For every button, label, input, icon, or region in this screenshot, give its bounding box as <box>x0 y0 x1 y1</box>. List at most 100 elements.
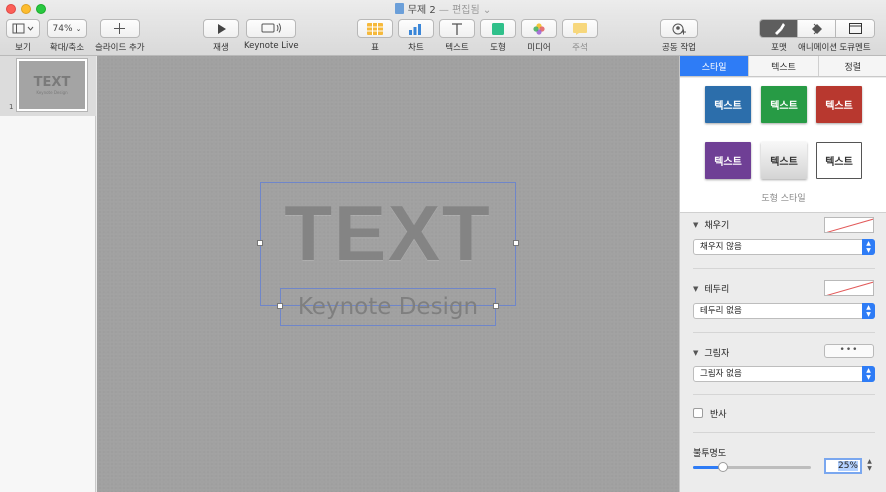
chevron-down-icon[interactable]: ⌄ <box>480 5 491 16</box>
shadow-options-button[interactable]: ••• <box>824 344 874 358</box>
disclosure-triangle-icon: ▼ <box>693 348 699 357</box>
style-swatch-outline[interactable]: 텍스트 <box>816 142 862 179</box>
popup-arrows-icon: ▲ ▼ <box>862 239 875 255</box>
thumbnail-title: TEXT <box>33 74 71 90</box>
opacity-slider[interactable] <box>693 462 811 472</box>
shadow-section-toggle[interactable]: ▼ 그림자 <box>693 346 729 360</box>
divider <box>693 268 875 269</box>
border-type-value: 테두리 없음 <box>700 306 742 316</box>
format-button[interactable] <box>760 20 798 37</box>
zoom-label: 확대/축소 <box>49 43 85 53</box>
table-button[interactable] <box>357 19 393 38</box>
play-button[interactable] <box>203 19 239 38</box>
subtitle-handle-right[interactable] <box>493 303 499 309</box>
swatch-label: 텍스트 <box>714 101 742 112</box>
animate-diamond-icon <box>811 23 822 34</box>
chart-label: 차트 <box>408 43 424 53</box>
play-control[interactable]: 재생 <box>203 19 239 53</box>
opacity-slider-knob[interactable] <box>717 462 728 472</box>
fill-type-select[interactable]: 채우지 않음 ▲ ▼ <box>693 239 875 255</box>
reflection-label: 반사 <box>710 410 727 420</box>
table-label: 표 <box>371 43 379 53</box>
slide-thumbnail-row[interactable]: 1 TEXT Keynote Design <box>0 56 96 116</box>
collaborate-control[interactable]: 공동 작업 <box>660 19 698 53</box>
text-button[interactable] <box>439 19 475 38</box>
add-slide-control[interactable]: 슬라이드 추가 <box>95 19 145 53</box>
tab-style[interactable]: 스타일 <box>680 56 750 76</box>
document-name: 무제 2 <box>407 5 436 16</box>
slide-subtitle[interactable]: Keynote Design <box>281 289 495 325</box>
media-label: 미디어 <box>527 43 551 53</box>
keynote-document-icon <box>394 3 404 14</box>
document-label: 도큐멘트 <box>839 43 871 53</box>
zoom-select[interactable]: 74% ⌄ <box>47 19 87 38</box>
view-control[interactable]: 보기 <box>6 19 40 53</box>
media-button[interactable] <box>521 19 557 38</box>
border-title: 테두리 <box>704 285 730 295</box>
shadow-type-value: 그림자 없음 <box>700 369 742 379</box>
inspector-switcher[interactable] <box>759 19 875 38</box>
divider <box>693 432 875 433</box>
table-control[interactable]: 표 <box>357 19 393 53</box>
keynote-live-control[interactable]: Keynote Live <box>244 19 299 51</box>
reflection-checkbox[interactable] <box>693 408 703 418</box>
collaborate-button[interactable] <box>660 19 698 38</box>
swatch-label: 텍스트 <box>770 157 798 168</box>
subtitle-handle-left[interactable] <box>277 303 283 309</box>
shape-button[interactable] <box>480 19 516 38</box>
slide-thumbnail[interactable]: TEXT Keynote Design <box>17 59 87 111</box>
style-swatch-green[interactable]: 텍스트 <box>761 86 807 123</box>
subtitle-text-box[interactable]: Keynote Design <box>280 288 496 326</box>
border-type-select[interactable]: 테두리 없음 ▲ ▼ <box>693 303 875 319</box>
slide-canvas[interactable]: TEXT Keynote Design <box>97 56 679 492</box>
document-icon <box>848 23 862 34</box>
chevron-down-icon: ⌄ <box>75 24 82 33</box>
disclosure-triangle-icon: ▼ <box>693 284 699 293</box>
opacity-field[interactable]: 25% <box>824 458 862 474</box>
chart-button[interactable] <box>398 19 434 38</box>
swatch-label: 텍스트 <box>825 101 853 112</box>
comment-control[interactable]: 주석 <box>562 19 598 53</box>
text-control[interactable]: 텍스트 <box>439 19 475 53</box>
keynote-live-button[interactable] <box>246 19 297 38</box>
view-button[interactable] <box>6 19 40 38</box>
toolbar: 무제 2 — 편집됨 ⌄ 보기 74% ⌄ 확대/축소 슬라이드 추가 재생 K… <box>0 0 886 56</box>
view-sidebar-icon <box>12 23 34 34</box>
opacity-stepper[interactable]: ▲ ▼ <box>865 458 874 474</box>
comment-button[interactable] <box>562 19 598 38</box>
style-swatch-red[interactable]: 텍스트 <box>816 86 862 123</box>
format-inspector: 스타일 텍스트 정렬 텍스트 텍스트 텍스트 텍스트 텍스트 텍스트 도형 스타… <box>679 56 886 492</box>
style-swatch-light-gray[interactable]: 텍스트 <box>761 142 807 179</box>
shape-control[interactable]: 도형 <box>480 19 516 53</box>
fill-color-well[interactable] <box>824 217 874 233</box>
tab-arrange[interactable]: 정렬 <box>818 56 886 76</box>
style-swatch-blue[interactable]: 텍스트 <box>705 86 751 123</box>
style-swatch-purple[interactable]: 텍스트 <box>705 142 751 179</box>
play-icon <box>217 23 226 34</box>
media-control[interactable]: 미디어 <box>521 19 557 53</box>
slide-title[interactable]: TEXT <box>261 183 515 283</box>
document-button[interactable] <box>836 20 874 37</box>
border-section-toggle[interactable]: ▼ 테두리 <box>693 282 730 296</box>
shadow-type-select[interactable]: 그림자 없음 ▲ ▼ <box>693 366 875 382</box>
edited-status[interactable]: 편집됨 <box>452 5 480 16</box>
zoom-control[interactable]: 74% ⌄ 확대/축소 <box>47 19 87 53</box>
chart-control[interactable]: 차트 <box>398 19 434 53</box>
animate-button[interactable] <box>798 20 836 37</box>
divider <box>693 332 875 333</box>
resize-handle-right[interactable] <box>513 240 519 246</box>
add-slide-button[interactable] <box>99 19 140 38</box>
fill-type-value: 채우지 않음 <box>700 242 742 252</box>
media-photos-icon <box>533 22 545 35</box>
popup-arrows-icon: ▲ ▼ <box>862 366 875 382</box>
shape-styles-panel: 텍스트 텍스트 텍스트 텍스트 텍스트 텍스트 도형 스타일 <box>680 78 886 213</box>
opacity-value: 25% <box>837 461 858 471</box>
disclosure-triangle-icon: ▼ <box>693 220 699 229</box>
inspector-segment-control[interactable]: 포맷 애니메이션 도큐멘트 <box>759 19 875 53</box>
popup-arrows-icon: ▲ ▼ <box>862 303 875 319</box>
border-color-well[interactable] <box>824 280 874 296</box>
resize-handle-left[interactable] <box>257 240 263 246</box>
tab-text[interactable]: 텍스트 <box>749 56 819 76</box>
window-title: 무제 2 — 편집됨 ⌄ <box>0 1 886 16</box>
fill-section-toggle[interactable]: ▼ 채우기 <box>693 218 729 232</box>
